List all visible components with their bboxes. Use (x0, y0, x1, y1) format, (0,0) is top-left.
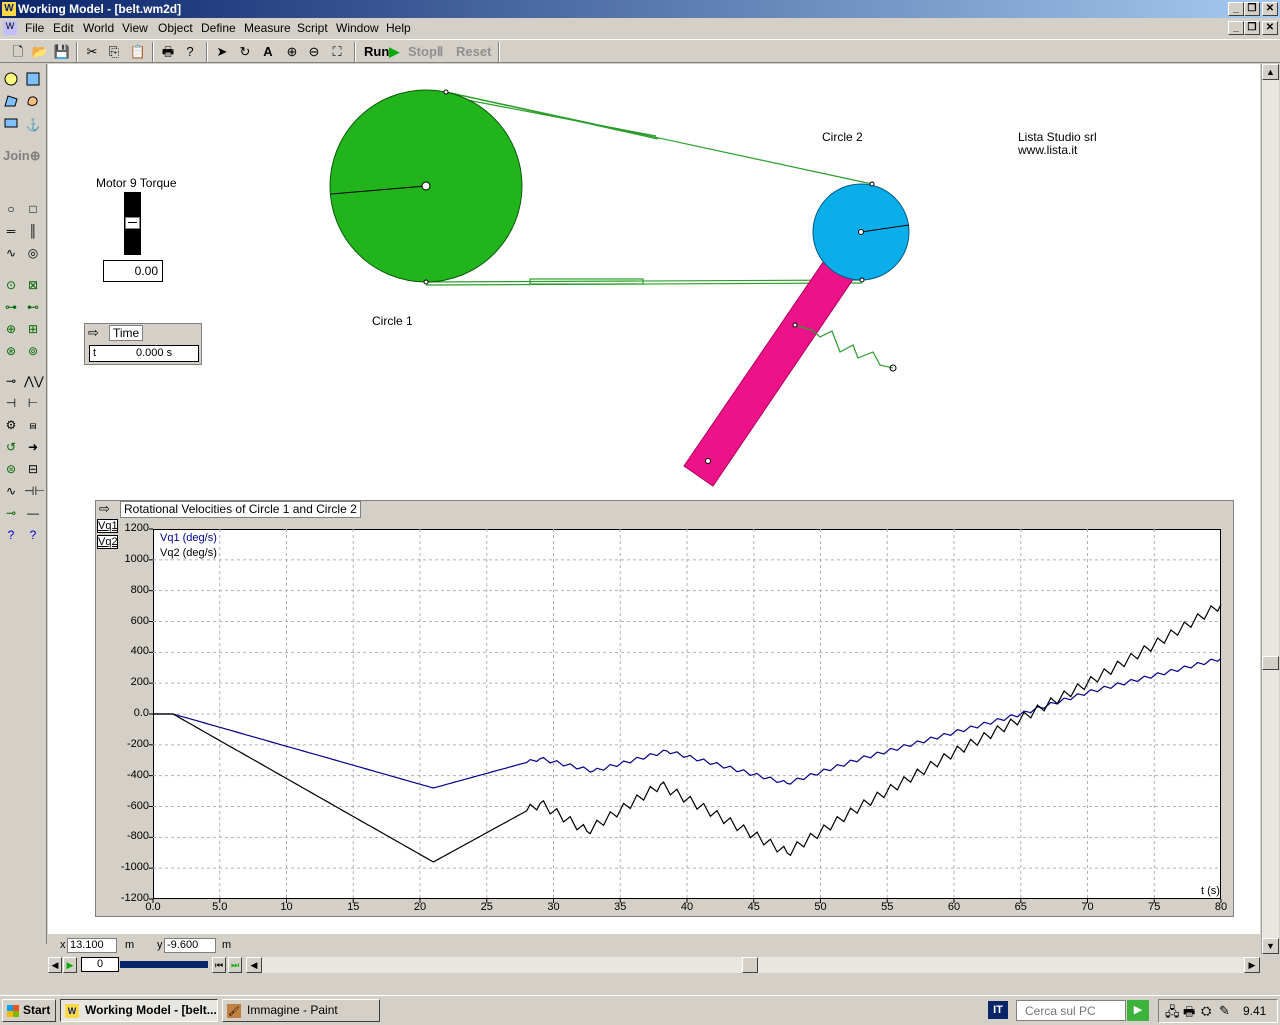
start-label: Start (23, 1003, 51, 1017)
x-tick-label: 10 (280, 901, 293, 913)
tray-network-icon[interactable]: 🖧 (1165, 1003, 1180, 1025)
task1-label: Working Model - [belt... (85, 1003, 217, 1017)
y-coordinate-field: -9.600 (164, 938, 216, 953)
x-tick-label: 50 (814, 901, 827, 913)
graph-arrow-icon[interactable]: ⇨ (99, 501, 119, 518)
x-tick-label: 15 (347, 901, 360, 913)
vertical-scrollbar[interactable]: ▲ ▼ (1261, 64, 1279, 954)
frame-counter[interactable]: 0 (81, 957, 119, 972)
hscroll-right-button[interactable]: ▶ (1244, 957, 1260, 973)
y-tick-label: -1200 (120, 892, 149, 904)
coordinates-bar: x 13.100 m y -9.600 m (48, 936, 1260, 955)
tape-play-button[interactable]: ▶ (63, 957, 77, 973)
legend-entry-2: Vq2 (deg/s) (160, 547, 217, 559)
y-tick-label: -600 (126, 799, 149, 812)
y-label: y (157, 939, 163, 951)
taskbar-item-paint[interactable]: 🖌 Immagine - Paint (222, 999, 380, 1022)
company-name: Lista Studio srl (1018, 130, 1097, 144)
link-pin-point[interactable] (705, 458, 711, 464)
x-tick-label: 5.0 (212, 901, 228, 913)
circle-1-pin[interactable] (421, 181, 431, 191)
y-tick-label: -400 (126, 768, 149, 781)
plot-area[interactable] (153, 529, 1221, 899)
x-tick-label: 75 (1148, 901, 1161, 913)
x-tick-label: 35 (614, 901, 627, 913)
x-tick-label: 20 (413, 901, 427, 913)
graph-title: Rotational Velocities of Circle 1 and Ci… (120, 501, 361, 518)
circle-2-label: Circle 2 (822, 130, 863, 144)
time-var: t (93, 347, 97, 359)
time-meter-title: Time (109, 325, 144, 341)
x-tick-label: 30 (547, 901, 560, 913)
y-tick-label: 800 (130, 583, 149, 596)
pink-link[interactable] (683, 254, 859, 487)
hscroll-thumb[interactable] (742, 957, 758, 973)
working-model-icon: W (65, 1004, 79, 1018)
y-tick-label: 1200 (124, 522, 149, 534)
start-button[interactable]: Start (2, 999, 56, 1022)
x-tick-label: 45 (747, 901, 760, 913)
windows-logo-icon (7, 1005, 19, 1017)
y-tick-label: -200 (126, 737, 149, 750)
tape-forward-button[interactable]: ⏭ (228, 957, 242, 973)
tray-printer-icon[interactable]: 🖶 (1183, 1003, 1195, 1025)
x-tick-label: 60 (947, 901, 961, 913)
arrow-right-icon[interactable]: ⇨ (88, 325, 108, 341)
tape-rewind-button[interactable]: ⏮ (212, 957, 226, 973)
system-tray: 🖧 🖶 ⛭ ✎ 9.41 (1158, 999, 1278, 1023)
hscroll-left-button[interactable]: ◀ (246, 957, 262, 973)
paint-icon: 🖌 (227, 1004, 241, 1018)
y-tick-label: 200 (130, 676, 149, 689)
motor-torque-input[interactable]: 0.00 (103, 260, 163, 282)
scroll-up-button[interactable]: ▲ (1262, 64, 1279, 80)
time-value: 0.000 s (136, 347, 173, 359)
y-unit: m (222, 939, 232, 951)
y-tick-label: -800 (126, 830, 149, 843)
x-tick-label: 55 (881, 901, 894, 913)
circle-1-label: Circle 1 (372, 314, 413, 328)
tray-pen-icon[interactable]: ✎ (1219, 1003, 1230, 1019)
scroll-thumb[interactable] (1262, 656, 1279, 670)
x-tick-label: 40 (680, 901, 694, 913)
tape-back-button[interactable]: ◀ (48, 957, 62, 973)
tray-device-icon[interactable]: ⛭ (1201, 1003, 1211, 1019)
x-tick-label: 70 (1081, 901, 1094, 913)
company-web: www.lista.it (1018, 143, 1078, 157)
x-axis-label: t (s) (1201, 885, 1220, 897)
search-go-button[interactable]: ▶ (1127, 1000, 1149, 1021)
tape-player-bar: ◀ ▶ 0 ⏮ ⏭ ◀ ▶ (48, 956, 1280, 974)
vq2-button[interactable]: Vq2 (97, 535, 118, 549)
tape-progress-track[interactable] (120, 961, 208, 968)
taskbar: Start W Working Model - [belt... 🖌 Immag… (0, 995, 1280, 1024)
x-label: x (60, 939, 66, 951)
time-meter-field: t 0.000 s (89, 345, 199, 362)
legend-entry-1: Vq1 (deg/s) (160, 532, 217, 544)
clock: 9.41 (1243, 1004, 1267, 1018)
task2-label: Immagine - Paint (247, 1003, 338, 1017)
language-indicator[interactable]: IT (988, 1001, 1008, 1019)
motor-torque-slider[interactable] (124, 192, 141, 255)
search-pc-input[interactable] (1016, 1000, 1126, 1021)
y-tick-label: 400 (130, 645, 149, 658)
x-unit: m (125, 939, 135, 951)
y-tick-label: -1000 (120, 861, 149, 874)
slider-thumb[interactable] (125, 217, 140, 229)
x-tick-label: 25 (480, 901, 493, 913)
y-tick-label: 0.0 (133, 707, 149, 719)
taskbar-item-working-model[interactable]: W Working Model - [belt... (60, 999, 218, 1022)
x-tick-label: 65 (1014, 901, 1027, 913)
x-tick-label: 80 (1214, 901, 1228, 913)
scroll-down-button[interactable]: ▼ (1262, 938, 1279, 954)
motor-torque-label: Motor 9 Torque (96, 176, 177, 190)
circle-2-pin[interactable] (858, 229, 864, 235)
time-meter[interactable]: ⇨ Time t 0.000 s (84, 323, 202, 365)
x-coordinate-field: 13.100 (67, 938, 117, 953)
y-tick-label: 1000 (124, 552, 149, 565)
y-tick-label: 600 (130, 614, 149, 627)
